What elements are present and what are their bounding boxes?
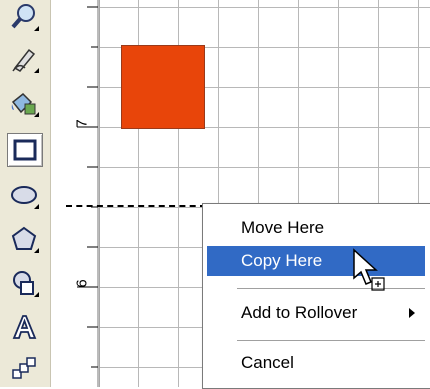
rectangle-tool[interactable] xyxy=(7,133,43,167)
ruler-ticks xyxy=(77,0,99,387)
menu-item-add-to-rollover[interactable]: Add to Rollover xyxy=(207,298,425,328)
vertical-ruler: 7 6 xyxy=(51,0,100,387)
menu-item-label: Cancel xyxy=(241,353,294,372)
text-a-icon xyxy=(12,315,37,339)
toolbox xyxy=(0,0,51,387)
ellipse-tool[interactable] xyxy=(6,178,42,212)
menu-item-label: Add to Rollover xyxy=(241,303,358,322)
menu-separator xyxy=(237,288,425,289)
rectangle-icon xyxy=(13,139,37,161)
drop-context-menu: Move Here Copy Here Add to Rollover Canc… xyxy=(202,203,430,389)
polygon-tool[interactable] xyxy=(6,222,42,256)
ruler-label-6: 6 xyxy=(73,279,91,288)
menu-separator xyxy=(237,340,425,341)
submenu-arrow-icon xyxy=(409,308,415,318)
drag-guide-line xyxy=(66,205,206,207)
red-rectangle-shape[interactable] xyxy=(121,45,205,129)
freehand-tool[interactable] xyxy=(6,42,42,76)
menu-item-label: Copy Here xyxy=(241,251,323,270)
blend-icon xyxy=(12,357,36,379)
zoom-tool[interactable] xyxy=(6,0,42,34)
text-tool[interactable] xyxy=(6,310,42,344)
basic-shapes-tool[interactable] xyxy=(6,266,42,300)
interactive-tool[interactable] xyxy=(6,352,42,386)
menu-item-move-here[interactable]: Move Here xyxy=(207,213,425,243)
mouse-pointer-icon xyxy=(353,248,385,291)
menu-item-label: Move Here xyxy=(241,218,325,237)
menu-item-cancel[interactable]: Cancel xyxy=(207,348,425,378)
menu-item-copy-here[interactable]: Copy Here xyxy=(207,246,425,276)
ruler-label-7: 7 xyxy=(73,119,91,128)
fill-tool[interactable] xyxy=(6,86,42,120)
